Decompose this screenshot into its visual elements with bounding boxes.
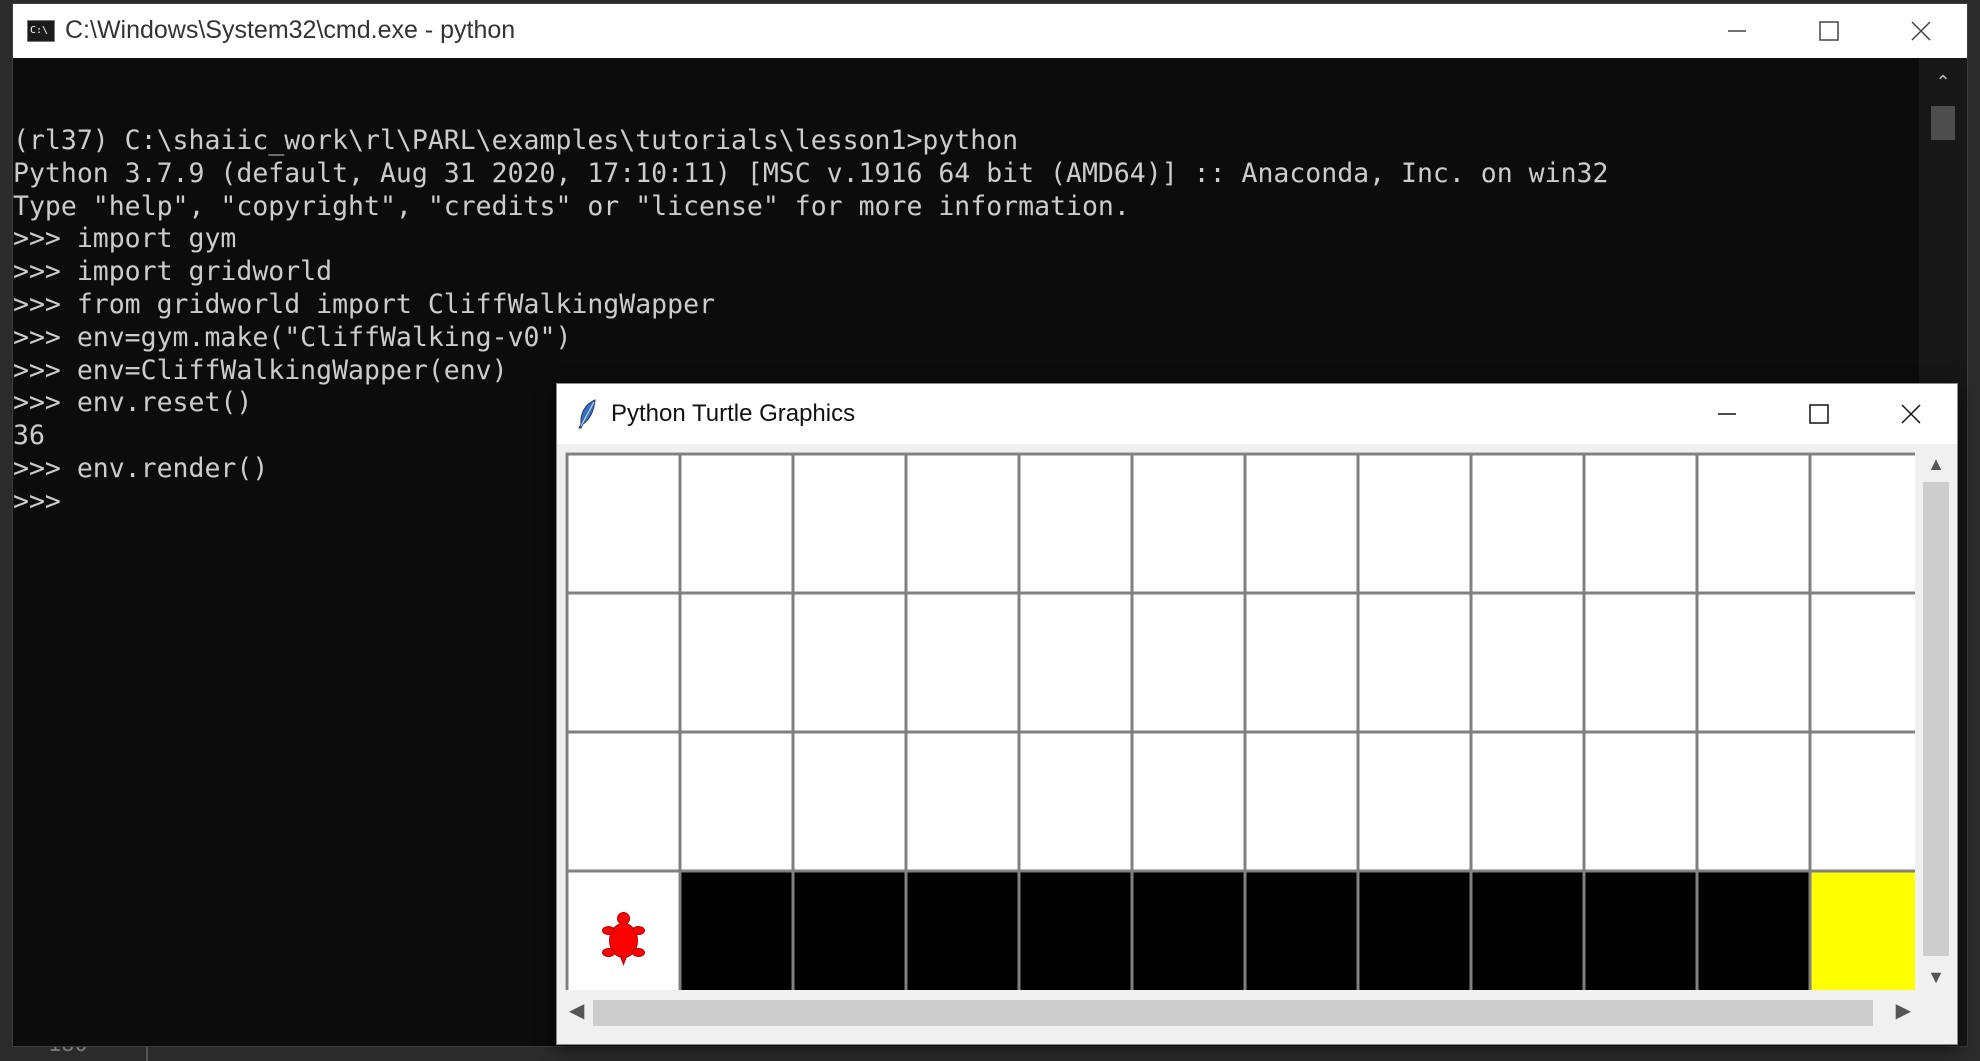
grid-cell-cliff — [678, 869, 795, 990]
grid-cell-empty — [1695, 591, 1812, 734]
grid-cell-empty — [1808, 730, 1915, 873]
scroll-up-icon[interactable]: ▲ — [1917, 454, 1955, 475]
grid-cell-cliff — [1356, 869, 1473, 990]
console-line: >>> import gridworld — [13, 256, 333, 288]
grid-cell-empty — [1017, 452, 1134, 595]
cmd-maximize-button[interactable] — [1783, 4, 1875, 58]
scroll-right-icon[interactable]: ▶ — [1896, 998, 1911, 1023]
grid-cell-empty — [678, 730, 795, 873]
grid-cell-empty — [1356, 730, 1473, 873]
grid-cell-empty — [678, 452, 795, 595]
grid-cell-cliff — [1130, 869, 1247, 990]
horizontal-scroll-thumb[interactable] — [593, 1000, 1873, 1026]
grid-cell-cliff — [791, 869, 908, 990]
grid-cell-empty — [791, 591, 908, 734]
grid-cell-empty — [1356, 591, 1473, 734]
cliff-walking-grid — [565, 452, 1915, 990]
close-icon — [1911, 21, 1931, 41]
grid-cell-empty — [1243, 730, 1360, 873]
grid-cell-empty — [1469, 452, 1586, 595]
console-line: (rl37) C:\shaiic_work\rl\PARL\examples\t… — [13, 125, 1019, 156]
grid-cell-empty — [904, 452, 1021, 595]
console-line: Type "help", "copyright", "credits" or "… — [13, 190, 1130, 222]
grid-cell-empty — [904, 591, 1021, 734]
turtle-titlebar[interactable]: Python Turtle Graphics — [557, 384, 1957, 444]
minimize-icon — [1718, 413, 1736, 415]
console-line: >>> env=gym.make("CliffWalking-v0") — [13, 321, 572, 353]
cmd-close-button[interactable] — [1875, 4, 1967, 58]
turtle-minimize-button[interactable] — [1681, 384, 1773, 444]
grid-cell-empty — [791, 452, 908, 595]
grid-cell-cliff — [1469, 869, 1586, 990]
grid-cell-empty — [1356, 452, 1473, 595]
turtle-horizontal-scrollbar[interactable]: ◀ ▶ — [565, 994, 1915, 1030]
grid-cell-empty — [1017, 591, 1134, 734]
cmd-titlebar[interactable]: C:\ C:\Windows\System32\cmd.exe - python — [13, 4, 1967, 58]
scroll-down-icon[interactable]: ▼ — [1917, 967, 1955, 988]
turtle-close-button[interactable] — [1865, 384, 1957, 444]
close-icon — [1901, 404, 1921, 424]
turtle-window[interactable]: Python Turtle Graphics ▲ ▼ ◀ ▶ — [556, 383, 1958, 1045]
scroll-left-icon[interactable]: ◀ — [569, 998, 584, 1023]
maximize-icon — [1809, 404, 1829, 424]
grid-cell-empty — [791, 730, 908, 873]
turtle-canvas[interactable] — [565, 452, 1915, 990]
grid-cell-empty — [1695, 730, 1812, 873]
grid-cell-cliff — [1695, 869, 1812, 990]
grid-cell-empty — [565, 591, 682, 734]
cmd-app-icon: C:\ — [27, 20, 55, 42]
grid-cell-empty — [1130, 452, 1247, 595]
grid-cell-goal — [1808, 869, 1915, 990]
grid-cell-cliff — [1582, 869, 1699, 990]
grid-cell-empty — [1243, 452, 1360, 595]
grid-cell-empty — [565, 452, 682, 595]
vertical-scroll-thumb[interactable] — [1923, 482, 1949, 956]
grid-cell-cliff — [904, 869, 1021, 990]
grid-cell-empty — [1808, 452, 1915, 595]
cmd-minimize-button[interactable] — [1691, 4, 1783, 58]
cmd-window-title: C:\Windows\System32\cmd.exe - python — [65, 16, 516, 44]
grid-cell-empty — [1469, 730, 1586, 873]
scroll-up-icon[interactable]: ⌃ — [1919, 72, 1967, 93]
grid-cell-empty — [1130, 730, 1247, 873]
grid-cell-empty — [904, 730, 1021, 873]
grid-cell-empty — [1017, 730, 1134, 873]
grid-cell-empty — [1808, 591, 1915, 734]
grid-cell-empty — [1469, 591, 1586, 734]
grid-cell-cliff — [1243, 869, 1360, 990]
console-line: >>> from gridworld import CliffWalkingWa… — [13, 288, 715, 320]
grid-cell-empty — [1695, 452, 1812, 595]
cmd-icon-label: C:\ — [30, 25, 49, 36]
cmd-scroll-thumb[interactable] — [1931, 106, 1955, 140]
turtle-maximize-button[interactable] — [1773, 384, 1865, 444]
grid-cell-empty — [678, 591, 795, 734]
feather-icon — [578, 399, 596, 429]
grid-cell-empty — [1582, 591, 1699, 734]
grid-cell-empty — [1582, 452, 1699, 595]
turtle-vertical-scrollbar[interactable]: ▲ ▼ — [1917, 452, 1955, 990]
minimize-icon — [1728, 30, 1746, 32]
grid-cell-empty — [1130, 591, 1247, 734]
grid-cell-empty — [1243, 591, 1360, 734]
console-line: >>> import gym — [13, 223, 237, 255]
maximize-icon — [1819, 21, 1839, 41]
grid-cell-cliff — [1017, 869, 1134, 990]
turtle-window-title: Python Turtle Graphics — [611, 400, 856, 427]
grid-cell-empty — [565, 730, 682, 873]
grid-cell-empty — [1582, 730, 1699, 873]
console-line: Python 3.7.9 (default, Aug 31 2020, 17:1… — [13, 157, 1609, 189]
